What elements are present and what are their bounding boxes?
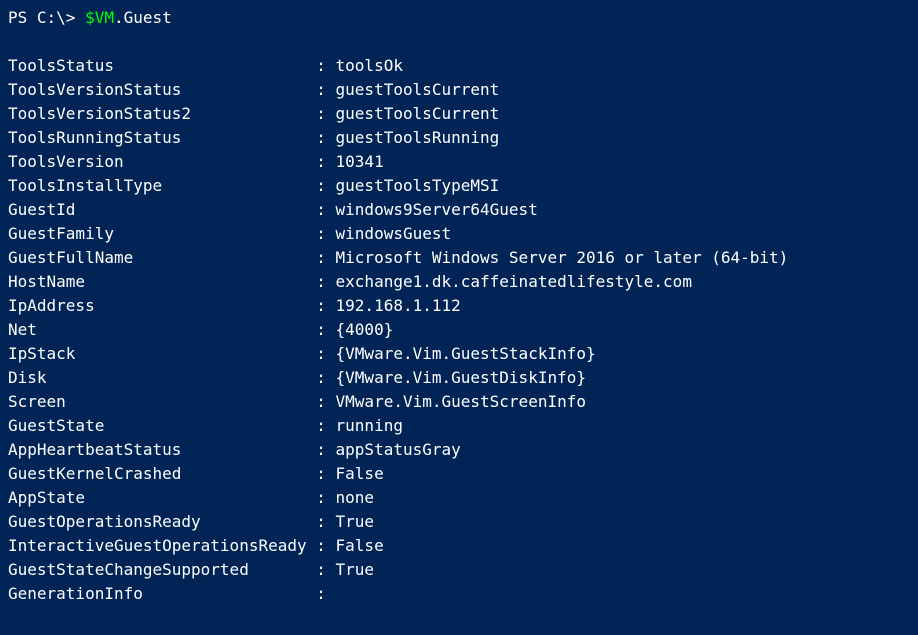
colon-separator: : (307, 512, 336, 531)
colon-separator: : (307, 464, 336, 483)
colon-separator: : (307, 320, 336, 339)
colon-separator: : (307, 200, 336, 219)
output-row: GuestFullName : Microsoft Windows Server… (8, 246, 910, 270)
property-value: exchange1.dk.caffeinatedlifestyle.com (336, 272, 692, 291)
property-value: {VMware.Vim.GuestDiskInfo} (336, 368, 586, 387)
property-name: ToolsInstallType (8, 176, 307, 195)
property-name: GuestOperationsReady (8, 512, 307, 531)
property-value: True (336, 560, 375, 579)
property-name: GuestFullName (8, 248, 307, 267)
prompt-property: .Guest (114, 8, 172, 27)
property-name: GuestState (8, 416, 307, 435)
property-name: IpAddress (8, 296, 307, 315)
property-value: appStatusGray (336, 440, 461, 459)
command-output: ToolsStatus : toolsOkToolsVersionStatus … (8, 54, 910, 606)
colon-separator: : (307, 152, 336, 171)
output-row: Net : {4000} (8, 318, 910, 342)
property-value: running (336, 416, 403, 435)
colon-separator: : (307, 368, 336, 387)
property-value: toolsOk (336, 56, 403, 75)
property-value: windows9Server64Guest (336, 200, 538, 219)
colon-separator: : (307, 488, 336, 507)
prompt-variable: $VM (85, 8, 114, 27)
colon-separator: : (307, 80, 336, 99)
property-name: GuestStateChangeSupported (8, 560, 307, 579)
output-row: GuestOperationsReady : True (8, 510, 910, 534)
property-value: False (336, 536, 384, 555)
output-row: ToolsVersion : 10341 (8, 150, 910, 174)
property-value: guestToolsRunning (336, 128, 500, 147)
output-row: ToolsVersionStatus2 : guestToolsCurrent (8, 102, 910, 126)
colon-separator: : (307, 176, 336, 195)
colon-separator: : (307, 392, 336, 411)
output-row: GuestStateChangeSupported : True (8, 558, 910, 582)
colon-separator: : (307, 104, 336, 123)
property-name: IpStack (8, 344, 307, 363)
output-row: HostName : exchange1.dk.caffeinatedlifes… (8, 270, 910, 294)
output-row: IpStack : {VMware.Vim.GuestStackInfo} (8, 342, 910, 366)
output-row: AppState : none (8, 486, 910, 510)
property-name: GuestKernelCrashed (8, 464, 307, 483)
output-row: Screen : VMware.Vim.GuestScreenInfo (8, 390, 910, 414)
colon-separator: : (307, 224, 336, 243)
colon-separator: : (307, 536, 336, 555)
colon-separator: : (307, 56, 336, 75)
colon-separator: : (307, 296, 336, 315)
output-row: IpAddress : 192.168.1.112 (8, 294, 910, 318)
property-value: 10341 (336, 152, 384, 171)
output-row: GuestKernelCrashed : False (8, 462, 910, 486)
output-row: GenerationInfo : (8, 582, 910, 606)
property-value: guestToolsTypeMSI (336, 176, 500, 195)
property-value: False (336, 464, 384, 483)
property-name: ToolsRunningStatus (8, 128, 307, 147)
property-name: ToolsVersionStatus2 (8, 104, 307, 123)
colon-separator: : (307, 248, 336, 267)
property-name: GuestId (8, 200, 307, 219)
output-row: ToolsRunningStatus : guestToolsRunning (8, 126, 910, 150)
colon-separator: : (307, 560, 336, 579)
property-name: ToolsVersionStatus (8, 80, 307, 99)
property-name: AppState (8, 488, 307, 507)
output-row: GuestState : running (8, 414, 910, 438)
property-name: GuestFamily (8, 224, 307, 243)
property-value: VMware.Vim.GuestScreenInfo (336, 392, 586, 411)
property-value: guestToolsCurrent (336, 104, 500, 123)
colon-separator: : (307, 272, 336, 291)
property-name: Screen (8, 392, 307, 411)
property-name: GenerationInfo (8, 584, 307, 603)
colon-separator: : (307, 416, 336, 435)
output-row: InteractiveGuestOperationsReady : False (8, 534, 910, 558)
property-value: Microsoft Windows Server 2016 or later (… (336, 248, 789, 267)
property-name: Disk (8, 368, 307, 387)
prompt-prefix: PS C:\> (8, 8, 85, 27)
property-value: {4000} (336, 320, 394, 339)
output-row: ToolsInstallType : guestToolsTypeMSI (8, 174, 910, 198)
property-value: {VMware.Vim.GuestStackInfo} (336, 344, 596, 363)
property-value: windowsGuest (336, 224, 452, 243)
colon-separator: : (307, 344, 336, 363)
output-row: GuestFamily : windowsGuest (8, 222, 910, 246)
colon-separator: : (307, 440, 336, 459)
output-row: AppHeartbeatStatus : appStatusGray (8, 438, 910, 462)
property-name: InteractiveGuestOperationsReady (8, 536, 307, 555)
output-row: ToolsStatus : toolsOk (8, 54, 910, 78)
output-row: GuestId : windows9Server64Guest (8, 198, 910, 222)
output-row: ToolsVersionStatus : guestToolsCurrent (8, 78, 910, 102)
property-name: ToolsStatus (8, 56, 307, 75)
property-name: HostName (8, 272, 307, 291)
colon-separator: : (307, 584, 336, 603)
property-name: Net (8, 320, 307, 339)
property-value: 192.168.1.112 (336, 296, 461, 315)
property-value: True (336, 512, 375, 531)
colon-separator: : (307, 128, 336, 147)
property-value: guestToolsCurrent (336, 80, 500, 99)
output-row: Disk : {VMware.Vim.GuestDiskInfo} (8, 366, 910, 390)
property-name: AppHeartbeatStatus (8, 440, 307, 459)
command-prompt-line[interactable]: PS C:\> $VM.Guest (8, 6, 910, 30)
property-value: none (336, 488, 375, 507)
property-name: ToolsVersion (8, 152, 307, 171)
